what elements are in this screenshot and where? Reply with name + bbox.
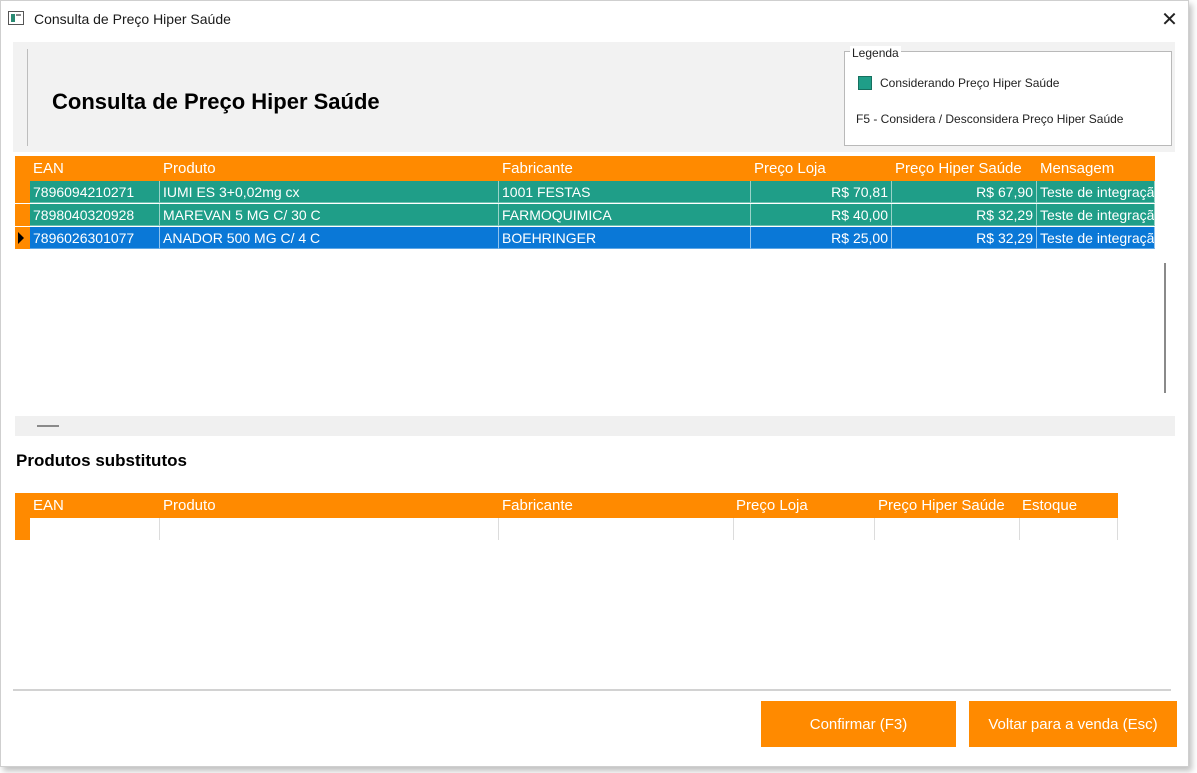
cell-preco-loja: R$ 40,00 — [751, 204, 892, 226]
empty-cell — [30, 518, 160, 540]
cell-ean: 7896094210271 — [30, 181, 160, 203]
close-icon: ✕ — [1161, 8, 1178, 31]
current-row-arrow-icon — [18, 232, 24, 244]
cell-preco-hiper: R$ 32,29 — [892, 227, 1037, 249]
table-row[interactable]: 7896094210271 IUMI ES 3+0,02mg cx 1001 F… — [15, 181, 1155, 203]
cell-preco-loja: R$ 70,81 — [751, 181, 892, 203]
cell-fabricante: 1001 FESTAS — [499, 181, 751, 203]
header-divider — [27, 49, 28, 146]
column-header-fabricante[interactable]: Fabricante — [498, 493, 733, 518]
empty-cell — [875, 518, 1020, 540]
empty-cell — [1020, 518, 1118, 540]
horizontal-scrollbar-thumb[interactable] — [37, 425, 59, 427]
cell-preco-hiper: R$ 67,90 — [892, 181, 1037, 203]
substitutes-title: Produtos substitutos — [16, 451, 187, 470]
cell-mensagem: Teste de integração — [1037, 181, 1155, 203]
cell-fabricante: FARMOQUIMICA — [499, 204, 751, 226]
title-bar: Consulta de Preço Hiper Saúde ✕ — [1, 1, 1188, 37]
legend-title: Legenda — [850, 46, 901, 60]
price-lookup-window: Consulta de Preço Hiper Saúde ✕ Consulta… — [0, 0, 1189, 767]
column-header-produto[interactable]: Produto — [159, 156, 498, 181]
legend-box — [844, 51, 1172, 146]
window-title: Consulta de Preço Hiper Saúde — [34, 11, 231, 27]
row-indicator — [15, 518, 30, 540]
cell-preco-loja: R$ 25,00 — [751, 227, 892, 249]
cell-fabricante: BOEHRINGER — [499, 227, 751, 249]
cell-produto: IUMI ES 3+0,02mg cx — [160, 181, 499, 203]
column-header-preco-hiper[interactable]: Preço Hiper Saúde — [891, 156, 1036, 181]
page-title: Consulta de Preço Hiper Saúde — [52, 89, 380, 114]
column-header-fabricante[interactable]: Fabricante — [498, 156, 751, 181]
empty-cell — [734, 518, 875, 540]
cell-mensagem: Teste de integração — [1037, 204, 1155, 226]
column-header-preco-hiper[interactable]: Preço Hiper Saúde — [874, 493, 1020, 518]
table-row[interactable]: 7898040320928 MAREVAN 5 MG C/ 30 C FARMO… — [15, 204, 1155, 226]
column-header-preco-loja[interactable]: Preço Loja — [750, 156, 891, 181]
column-header-estoque[interactable]: Estoque — [1018, 493, 1118, 518]
column-header-ean[interactable]: EAN — [29, 493, 159, 518]
empty-cell — [160, 518, 499, 540]
substitutes-grid[interactable]: EAN Produto Fabricante Preço Loja Preço … — [15, 493, 1118, 541]
confirm-button[interactable]: Confirmar (F3) — [761, 701, 956, 747]
row-indicator — [15, 181, 30, 203]
table-row-selected[interactable]: 7896026301077 ANADOR 500 MG C/ 4 C BOEHR… — [15, 227, 1155, 249]
cell-produto: MAREVAN 5 MG C/ 30 C — [160, 204, 499, 226]
column-header-mensagem[interactable]: Mensagem — [1036, 156, 1155, 181]
row-indicator — [15, 204, 30, 226]
cell-mensagem: Teste de integração — [1037, 227, 1155, 249]
cell-produto: ANADOR 500 MG C/ 4 C — [160, 227, 499, 249]
column-header-ean[interactable]: EAN — [29, 156, 159, 181]
substitutes-grid-header: EAN Produto Fabricante Preço Loja Preço … — [15, 493, 1118, 518]
column-header-preco-loja[interactable]: Preço Loja — [732, 493, 874, 518]
cell-preco-hiper: R$ 32,29 — [892, 204, 1037, 226]
back-to-sale-button[interactable]: Voltar para a venda (Esc) — [969, 701, 1177, 747]
products-grid-header: EAN Produto Fabricante Preço Loja Preço … — [15, 156, 1155, 181]
cell-ean: 7896026301077 — [30, 227, 160, 249]
footer-divider — [13, 689, 1171, 691]
legend-item-label: Considerando Preço Hiper Saúde — [880, 76, 1060, 90]
vertical-scrollbar[interactable] — [1164, 263, 1166, 393]
horizontal-scrollbar[interactable] — [15, 416, 1175, 436]
legend-color-swatch — [858, 76, 872, 90]
products-grid[interactable]: EAN Produto Fabricante Preço Loja Preço … — [15, 156, 1155, 416]
close-button[interactable]: ✕ — [1151, 1, 1188, 37]
empty-cell — [499, 518, 734, 540]
cell-ean: 7898040320928 — [30, 204, 160, 226]
legend-shortcut-text: F5 - Considera / Desconsidera Preço Hipe… — [856, 112, 1124, 126]
column-header-produto[interactable]: Produto — [159, 493, 498, 518]
app-icon — [8, 11, 24, 25]
row-indicator — [15, 227, 30, 249]
